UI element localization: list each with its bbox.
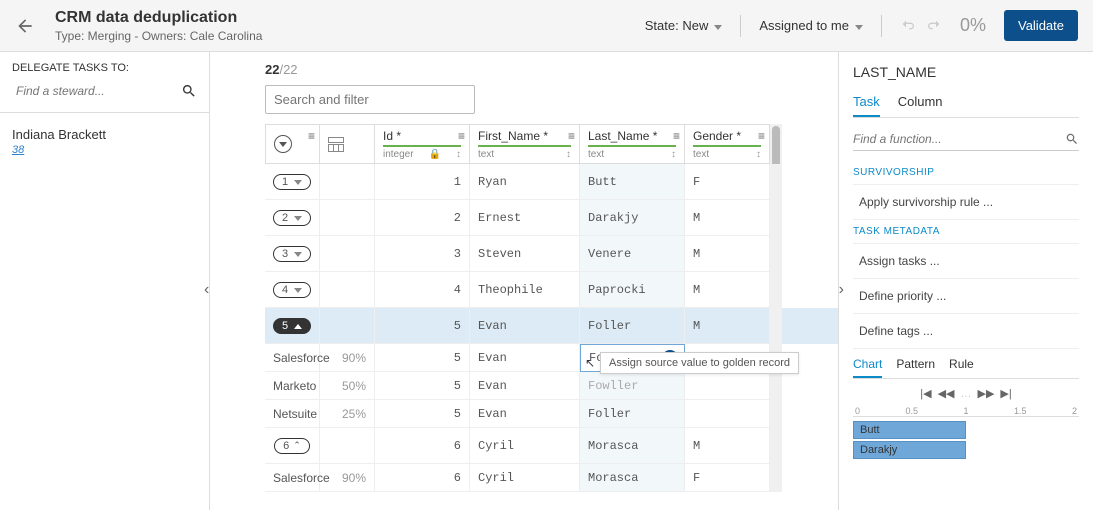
chart-axis: 0 0.5 1 1.5 2 xyxy=(853,406,1079,417)
table-row[interactable]: 2 2 Ernest Darakjy M xyxy=(265,200,838,236)
table-row[interactable]: 🔓 5 5 Evan Foller M xyxy=(265,308,838,344)
lock-icon: 🔒 xyxy=(429,149,441,160)
column-menu-icon[interactable]: ≡ xyxy=(758,129,765,143)
table-row[interactable]: 1 1 Ryan Butt F xyxy=(265,164,838,200)
collapse-right-handle[interactable]: › xyxy=(839,281,844,299)
table-row[interactable]: Netsuite 25% 5 Evan Foller xyxy=(265,400,838,428)
group-toggle[interactable]: 4 xyxy=(273,282,311,298)
action-assign-tasks[interactable]: Assign tasks ... xyxy=(853,244,1079,279)
search-icon[interactable] xyxy=(181,83,197,99)
sort-icon[interactable]: ↕ xyxy=(566,149,571,160)
detail-title: LAST_NAME xyxy=(853,64,1079,80)
redo-icon[interactable] xyxy=(926,18,942,34)
sort-icon[interactable]: ↕ xyxy=(456,149,461,160)
row-count: 22/22 xyxy=(210,62,838,85)
nav-last-icon[interactable]: ▶| xyxy=(1000,387,1011,400)
divider xyxy=(740,15,741,37)
group-toggle[interactable]: 3 xyxy=(273,246,311,262)
tab-column[interactable]: Column xyxy=(898,94,943,117)
sort-icon[interactable]: ↕ xyxy=(756,149,761,160)
table-row[interactable]: Salesforce 90% 6 Cyril Morasca F xyxy=(265,464,838,492)
chart-bar[interactable]: Darakjy xyxy=(853,441,966,459)
nav-next-icon[interactable]: ▶▶ xyxy=(978,387,995,400)
subtab-pattern[interactable]: Pattern xyxy=(896,357,935,378)
action-define-tags[interactable]: Define tags ... xyxy=(853,314,1079,349)
scrollbar[interactable] xyxy=(770,124,782,164)
column-header-first-name[interactable]: First_Name * text↕ ≡ xyxy=(470,124,580,164)
subtab-chart[interactable]: Chart xyxy=(853,357,882,378)
layout-header xyxy=(320,124,375,164)
grid-icon[interactable] xyxy=(328,137,344,143)
tab-task[interactable]: Task xyxy=(853,94,880,117)
function-search-input[interactable] xyxy=(853,128,1065,150)
column-header-gender[interactable]: Gender * text↕ ≡ xyxy=(685,124,770,164)
divider xyxy=(881,15,882,37)
column-header-id[interactable]: Id * integer🔒↕ ≡ xyxy=(375,124,470,164)
group-toggle[interactable]: 6⌃ xyxy=(274,438,310,454)
table-row[interactable]: 3 3 Steven Venere M xyxy=(265,236,838,272)
collapse-left-handle[interactable]: ‹ xyxy=(204,281,209,299)
group-toggle[interactable]: 1 xyxy=(273,174,311,190)
section-survivorship: SURVIVORSHIP xyxy=(853,161,1079,185)
group-toggle[interactable]: 5 xyxy=(273,318,311,334)
nav-first-icon[interactable]: |◀ xyxy=(920,387,931,400)
chart-bar[interactable]: Butt xyxy=(853,421,966,439)
table-row[interactable]: 4 4 Theophile Paprocki M xyxy=(265,272,838,308)
action-apply-survivorship[interactable]: Apply survivorship rule ... xyxy=(853,185,1079,220)
chart-toolbar[interactable]: |◀ ◀◀ … ▶▶ ▶| xyxy=(853,387,1079,400)
subtab-rule[interactable]: Rule xyxy=(949,357,974,378)
filter-input[interactable] xyxy=(265,85,475,114)
group-toggle[interactable]: 2 xyxy=(273,210,311,226)
undo-icon[interactable] xyxy=(900,18,916,34)
column-menu-icon[interactable]: ≡ xyxy=(568,129,575,143)
page-subtitle: Type: Merging - Owners: Cale Carolina xyxy=(55,29,645,43)
back-arrow[interactable] xyxy=(15,16,35,36)
validate-button[interactable]: Validate xyxy=(1004,10,1078,41)
select-all-header[interactable]: ≡ xyxy=(265,124,320,164)
state-dropdown[interactable]: State: New xyxy=(645,18,723,33)
table-row[interactable]: 🔓 6⌃ 6 Cyril Morasca M xyxy=(265,428,838,464)
select-all-icon[interactable] xyxy=(274,135,292,153)
steward-name[interactable]: Indiana Brackett xyxy=(0,113,209,144)
delegate-label: DELEGATE TASKS TO: xyxy=(0,62,209,80)
nav-prev-icon[interactable]: ◀◀ xyxy=(938,387,955,400)
steward-search-input[interactable] xyxy=(12,80,181,102)
progress-percent: 0% xyxy=(960,15,986,36)
column-menu-icon[interactable]: ≡ xyxy=(458,129,465,143)
cursor-icon: ↖ xyxy=(585,356,595,370)
chevron-down-icon xyxy=(853,18,863,33)
action-define-priority[interactable]: Define priority ... xyxy=(853,279,1079,314)
search-icon[interactable] xyxy=(1065,132,1079,146)
steward-count[interactable]: 38 xyxy=(0,144,209,156)
column-menu-icon[interactable]: ≡ xyxy=(673,129,680,143)
page-title: CRM data deduplication xyxy=(55,9,645,27)
assigned-dropdown[interactable]: Assigned to me xyxy=(759,18,863,33)
table-row[interactable]: Marketo 50% 5 Evan Fowller xyxy=(265,372,838,400)
tooltip: Assign source value to golden record xyxy=(600,352,799,374)
column-header-last-name[interactable]: Last_Name * text↕ ≡ xyxy=(580,124,685,164)
chevron-down-icon xyxy=(712,18,722,33)
sort-icon[interactable]: ↕ xyxy=(671,149,676,160)
table-row[interactable]: Salesforce 90% 5 Evan Foller ↑ M ↖ Assig… xyxy=(265,344,838,372)
column-menu-icon[interactable]: ≡ xyxy=(308,129,315,143)
section-task-metadata: TASK METADATA xyxy=(853,220,1079,244)
